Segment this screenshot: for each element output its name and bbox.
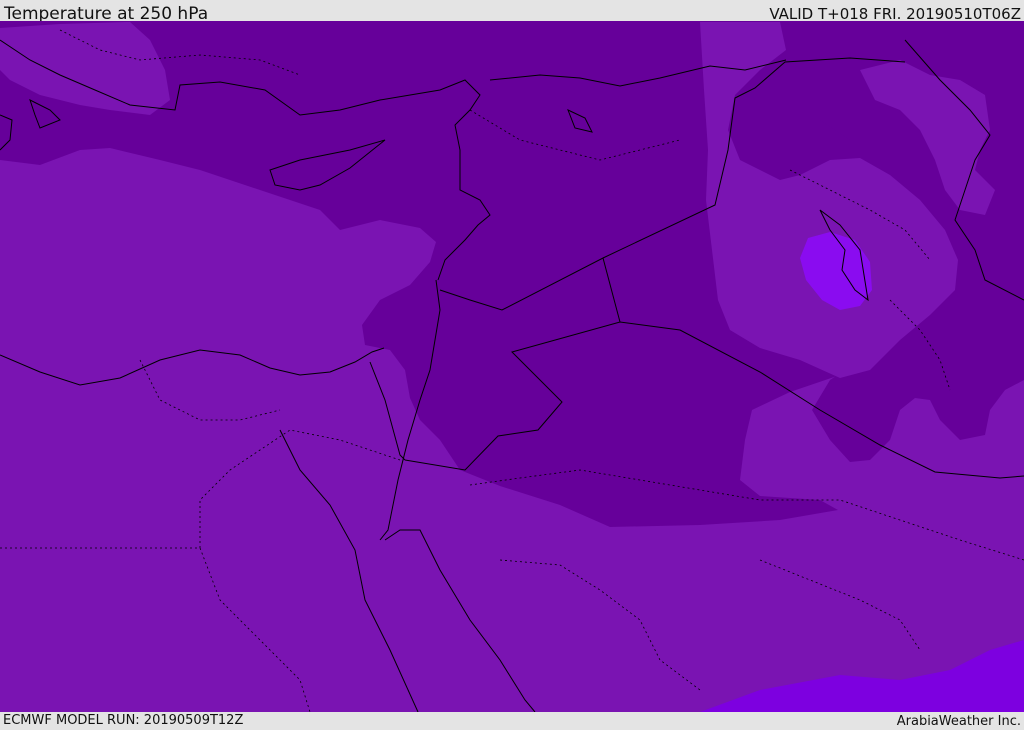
map-header: Temperature at 250 hPa VALID T+018 FRI. …: [0, 0, 1024, 24]
temperature-map: [0, 21, 1024, 712]
model-run-label: ECMWF MODEL RUN: 20190509T12Z: [3, 713, 244, 728]
map-footer: ECMWF MODEL RUN: 20190509T12Z ArabiaWeat…: [0, 712, 1024, 729]
credit-label: ArabiaWeather Inc.: [896, 714, 1021, 729]
